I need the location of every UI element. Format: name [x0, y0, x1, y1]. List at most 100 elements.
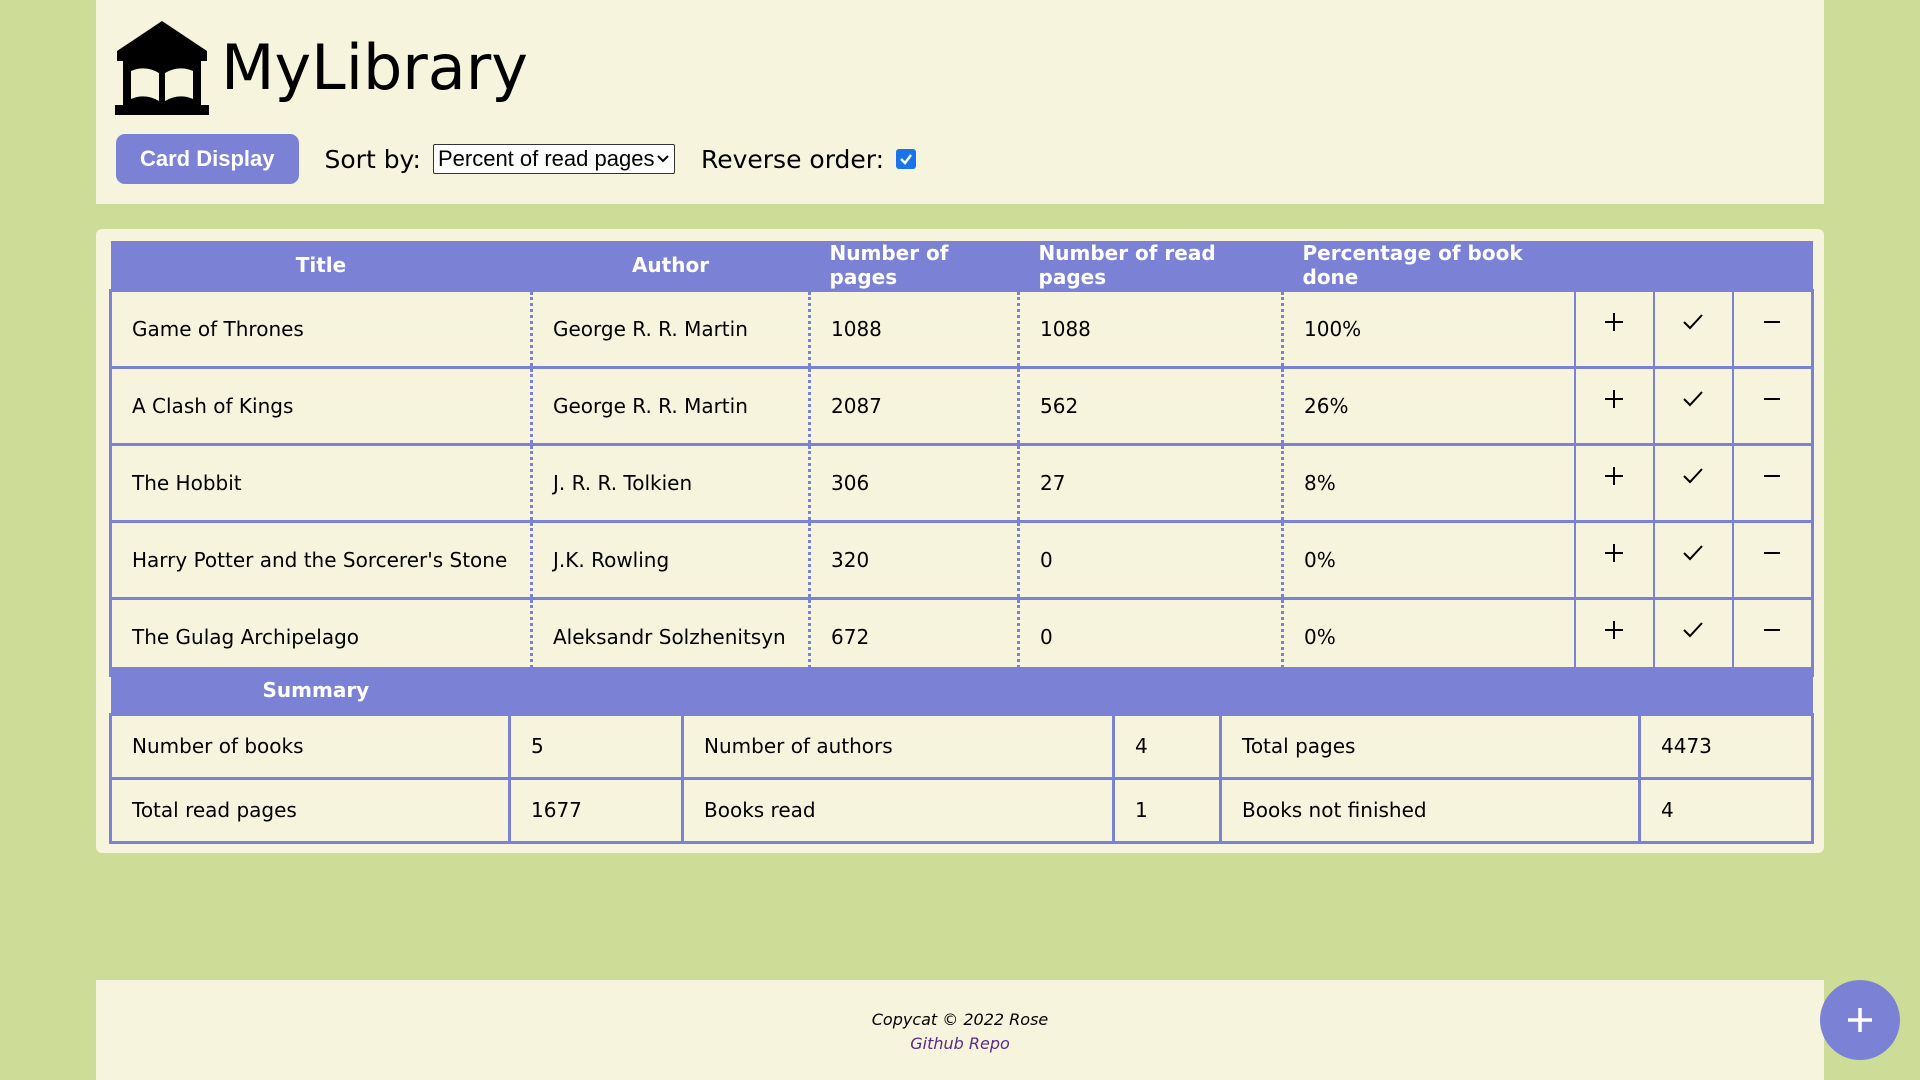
footer: Copycat © 2022 Rose Github Repo	[96, 980, 1824, 1080]
summary-value: 5	[508, 712, 684, 780]
table-row: A Clash of Kings George R. R. Martin 2087 5…	[109, 366, 1814, 446]
summary-heading: Summary	[110, 667, 1813, 714]
summary-label: Number of authors	[681, 712, 1115, 780]
column-header-action	[1574, 241, 1654, 291]
summary-label: Number of books	[109, 712, 511, 780]
minus-icon	[1764, 321, 1781, 323]
column-header-read-pages: Number of read pages	[1018, 241, 1283, 291]
book-author-cell: George R. R. Martin	[530, 366, 810, 446]
book-author-cell: J.K. Rowling	[530, 520, 810, 600]
book-percent-cell: 8%	[1281, 443, 1575, 523]
add-book-button[interactable]	[1820, 980, 1900, 1060]
plus-icon	[1605, 390, 1623, 408]
summary-value: 4	[1112, 712, 1222, 780]
summary-value: 4	[1637, 776, 1815, 844]
summary-value: 1	[1112, 776, 1222, 844]
sort-selected-value: Percent of read pages	[437, 146, 655, 171]
column-header-action	[1653, 241, 1733, 291]
plus-icon	[1605, 544, 1623, 562]
library-building-icon	[115, 21, 209, 115]
book-title-cell: The Gulag Archipelago	[109, 597, 532, 677]
sort-label: Sort by:	[324, 144, 421, 174]
minus-icon	[1764, 398, 1781, 400]
book-title-cell: A Clash of Kings	[109, 366, 532, 446]
book-read-pages-cell: 1088	[1017, 289, 1283, 369]
reverse-order-label: Reverse order:	[700, 144, 885, 174]
add-pages-button[interactable]	[1573, 443, 1654, 523]
remove-book-button[interactable]	[1731, 597, 1814, 677]
mark-read-button[interactable]	[1652, 289, 1733, 369]
book-read-pages-cell: 27	[1017, 443, 1283, 523]
column-header-author: Author	[531, 241, 810, 291]
table-row: The Hobbit J. R. R. Tolkien 306 27 8%	[109, 443, 1814, 523]
checkmark-icon	[900, 154, 913, 165]
book-read-pages-cell: 0	[1017, 520, 1283, 600]
book-percent-cell: 0%	[1281, 597, 1575, 677]
book-percent-cell: 0%	[1281, 520, 1575, 600]
summary-table: Summary Number of books 5 Number of auth…	[109, 667, 1815, 844]
controls-row: Card Display Sort by: Percent of read pa…	[116, 134, 917, 184]
column-header-percentage: Percentage of book done	[1282, 241, 1575, 291]
mark-read-button[interactable]	[1652, 366, 1733, 446]
column-header-action	[1732, 241, 1813, 291]
github-repo-link[interactable]: Github Repo	[96, 1034, 1824, 1053]
books-panel: Title Author Number of pages Number of r…	[96, 229, 1824, 853]
table-row: Harry Potter and the Sorcerer's Stone J.K…	[109, 520, 1814, 600]
summary-label: Books read	[681, 776, 1115, 844]
remove-book-button[interactable]	[1731, 443, 1814, 523]
column-header-pages: Number of pages	[809, 241, 1019, 291]
book-read-pages-cell: 0	[1017, 597, 1283, 677]
check-icon	[1683, 391, 1703, 407]
book-percent-cell: 100%	[1281, 289, 1575, 369]
books-table: Title Author Number of pages Number of r…	[109, 241, 1814, 677]
remove-book-button[interactable]	[1731, 289, 1814, 369]
book-title-cell: Game of Thrones	[109, 289, 532, 369]
add-pages-button[interactable]	[1573, 366, 1654, 446]
table-row: The Gulag Archipelago Aleksandr Solzhenit…	[109, 597, 1814, 677]
copyright-text: Copycat © 2022 Rose	[871, 1010, 1049, 1029]
check-icon	[1683, 314, 1703, 330]
mark-read-button[interactable]	[1652, 597, 1733, 677]
book-pages-cell: 1088	[808, 289, 1019, 369]
plus-icon	[1848, 1008, 1872, 1032]
book-pages-cell: 2087	[808, 366, 1019, 446]
summary-row: Number of books 5 Number of authors 4 To…	[109, 712, 1815, 780]
book-pages-cell: 306	[808, 443, 1019, 523]
book-pages-cell: 672	[808, 597, 1019, 677]
add-pages-button[interactable]	[1573, 597, 1654, 677]
plus-icon	[1605, 313, 1623, 331]
check-icon	[1683, 468, 1703, 484]
remove-book-button[interactable]	[1731, 366, 1814, 446]
mark-read-button[interactable]	[1652, 443, 1733, 523]
sort-select[interactable]: Percent of read pages	[432, 144, 675, 174]
check-icon	[1683, 545, 1703, 561]
header: MyLibrary Card Display Sort by: Percent …	[96, 0, 1824, 204]
check-icon	[1683, 622, 1703, 638]
book-title-cell: Harry Potter and the Sorcerer's Stone	[109, 520, 532, 600]
app-title: MyLibrary	[221, 31, 528, 104]
summary-row: Total read pages 1677 Books read 1 Books…	[109, 776, 1815, 844]
add-pages-button[interactable]	[1573, 289, 1654, 369]
reverse-order-checkbox[interactable]	[896, 149, 917, 169]
book-author-cell: J. R. R. Tolkien	[530, 443, 810, 523]
logo-row: MyLibrary	[115, 19, 528, 115]
book-title-cell: The Hobbit	[109, 443, 532, 523]
book-author-cell: Aleksandr Solzhenitsyn	[530, 597, 810, 677]
remove-book-button[interactable]	[1731, 520, 1814, 600]
mark-read-button[interactable]	[1652, 520, 1733, 600]
book-pages-cell: 320	[808, 520, 1019, 600]
minus-icon	[1764, 552, 1781, 554]
card-display-button[interactable]: Card Display	[116, 134, 299, 184]
book-percent-cell: 26%	[1281, 366, 1575, 446]
chevron-down-icon	[657, 155, 669, 163]
plus-icon	[1605, 621, 1623, 639]
plus-icon	[1605, 467, 1623, 485]
summary-label: Total pages	[1219, 712, 1641, 780]
summary-value: 1677	[508, 776, 684, 844]
column-header-title: Title	[110, 241, 532, 291]
table-row: Game of Thrones George R. R. Martin 1088 10…	[109, 289, 1814, 369]
summary-value: 4473	[1637, 712, 1815, 780]
minus-icon	[1764, 629, 1781, 631]
table-header-row: Title Author Number of pages Number of r…	[110, 241, 1813, 291]
add-pages-button[interactable]	[1573, 520, 1654, 600]
